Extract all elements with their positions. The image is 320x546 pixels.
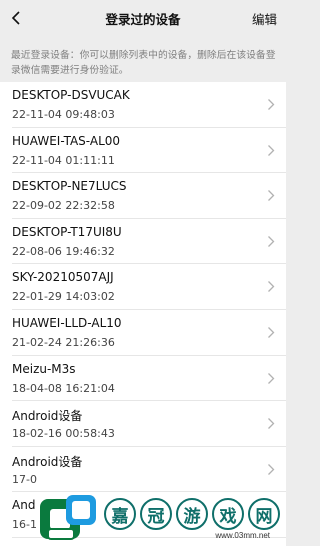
device-login-time: 22-08-06 19:46:32 [12,244,115,258]
watermark-text: 嘉 冠 游 戏 网 [104,498,280,530]
device-name: HUAWEI-LLD-AL10 [12,315,122,330]
device-login-time: 21-02-24 21:26:36 [12,335,115,349]
watermark-char: 网 [248,498,280,530]
device-item[interactable]: Android设备 17-0 [0,447,286,493]
watermark-url: www.03mm.net [215,531,270,540]
device-name: Meizu-M3s [12,361,76,376]
device-name: Android设备 [12,454,83,469]
device-name: And [12,498,36,513]
watermark-char: 冠 [140,498,172,530]
chevron-right-icon [268,327,275,338]
device-item[interactable]: HUAWEI-LLD-AL10 21-02-24 21:26:36 [0,310,286,356]
device-name: DESKTOP-T17UI8U [12,224,122,239]
device-item[interactable]: DESKTOP-NE7LUCS 22-09-02 22:32:58 [0,173,286,219]
device-login-time: 17-0 [12,472,37,486]
chevron-right-icon [268,190,275,202]
device-item[interactable]: SKY-20210507AJJ 22-01-29 14:03:02 [0,264,286,310]
device-login-time: 22-09-02 22:32:58 [12,199,115,213]
watermark-char: 游 [176,498,208,530]
device-item[interactable]: DESKTOP-T17UI8U 22-08-06 19:46:32 [0,219,286,265]
device-name: HUAWEI-TAS-AL00 [12,133,121,148]
watermark-logo-icon [40,495,96,540]
chevron-right-icon [268,235,275,247]
nav-bar: 登录过的设备 编辑 [0,0,286,36]
device-name: Android设备 [12,409,83,424]
chevron-right-icon [268,372,275,384]
device-list: DESKTOP-DSVUCAK 22-11-04 09:48:03 HUAWEI… [0,82,286,546]
device-name: DESKTOP-DSVUCAK [12,88,130,102]
device-login-time: 22-11-04 09:48:03 [12,108,115,121]
chevron-right-icon [268,463,275,475]
watermark-char: 戏 [212,498,244,530]
device-login-time: 22-01-29 14:03:02 [12,290,115,304]
edit-button[interactable]: 编辑 [252,9,277,28]
device-item[interactable]: DESKTOP-DSVUCAK 22-11-04 09:48:03 [0,82,286,128]
device-login-time: 18-04-08 16:21:04 [12,381,115,395]
device-login-time: 18-02-16 00:58:43 [12,427,115,441]
device-item[interactable]: HUAWEI-TAS-AL00 22-11-04 01:11:11 [0,128,286,174]
device-name: DESKTOP-NE7LUCS [12,179,127,194]
watermark-char: 嘉 [104,498,136,530]
device-item[interactable]: Meizu-M3s 18-04-08 16:21:04 [0,356,286,402]
chevron-right-icon [268,99,275,110]
chevron-right-icon [268,418,275,430]
chevron-right-icon [268,281,275,293]
page-title: 登录过的设备 [105,12,181,27]
device-name: SKY-20210507AJJ [12,270,114,285]
device-login-time: 22-11-04 01:11:11 [12,153,115,167]
device-item[interactable]: Android设备 18-02-16 00:58:43 [0,401,286,447]
device-login-time: 16-1 [12,518,37,532]
notice-text: 最近登录设备：你可以删除列表中的设备，删除后在该设备登录微信需要进行身份验证。 [11,50,276,76]
chevron-right-icon [268,144,275,156]
